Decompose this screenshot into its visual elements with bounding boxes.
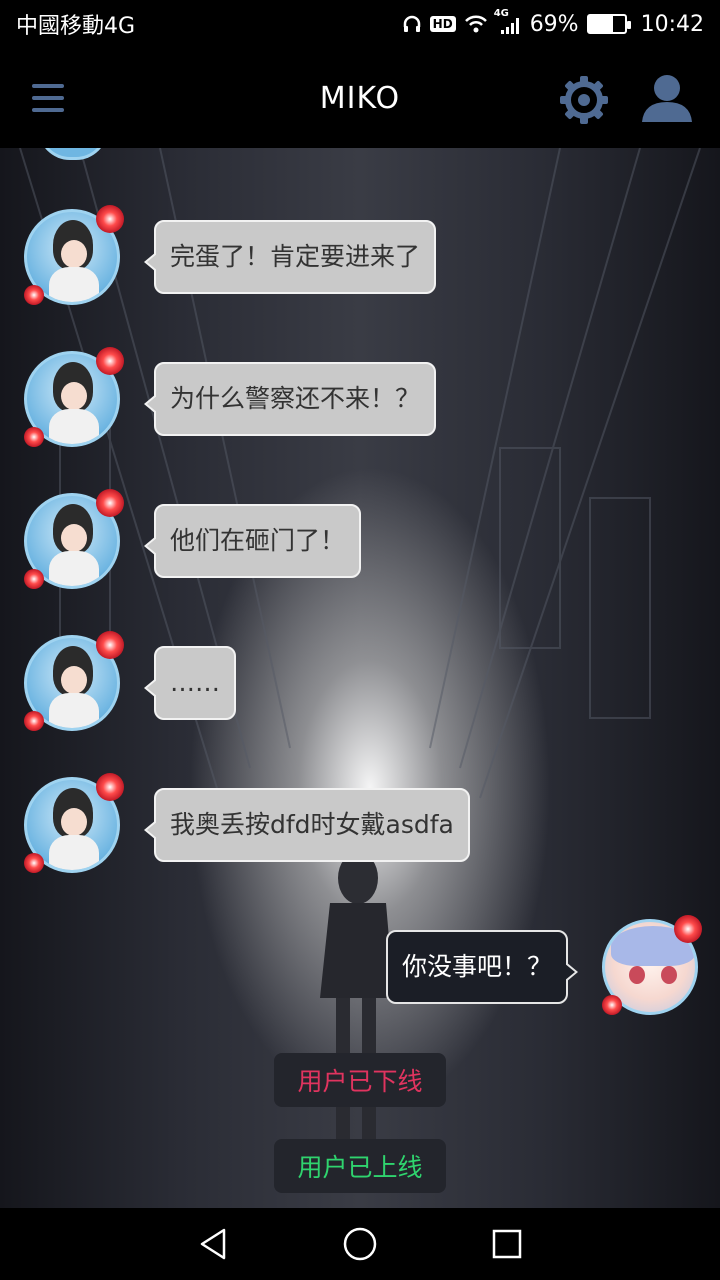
recent-apps-icon[interactable] [487,1224,527,1264]
network-type-label: 4G [493,8,509,19]
message-row: 我奥丢按dfd时女戴asdfa [20,773,470,877]
battery-percent: 69% [529,11,579,37]
headphones-icon [402,14,422,34]
message-row: 他们在砸门了！ [20,489,362,593]
menu-icon[interactable] [32,84,64,112]
clock: 10:42 [640,11,704,37]
user-avatar[interactable] [598,915,702,1019]
contact-avatar[interactable] [20,205,124,309]
message-row: 你没事吧！？ [385,915,702,1019]
incoming-message-bubble[interactable]: 为什么警察还不来！？ [143,362,437,436]
incoming-message-bubble[interactable]: 完蛋了！肯定要进来了 [143,220,437,294]
contact-avatar[interactable] [20,631,124,735]
system-status-message: 用户已下线 [274,1053,446,1107]
status-icons: HD 4G 69% 10:42 [402,8,704,37]
contact-avatar[interactable] [20,773,124,877]
incoming-message-bubble[interactable]: 他们在砸门了！ [143,504,362,578]
message-row: 为什么警察还不来！？ [20,347,437,451]
gear-icon[interactable] [558,74,610,126]
battery-icon [586,14,631,34]
message-row: 完蛋了！肯定要进来了 [20,205,437,309]
navigation-bar [0,1208,720,1280]
signal-icon: 4G [494,8,522,34]
contact-avatar[interactable] [20,347,124,451]
incoming-message-bubble[interactable]: 我奥丢按dfd时女戴asdfa [144,788,470,862]
hd-voice-icon: HD [429,16,456,32]
back-icon[interactable] [193,1224,233,1264]
user-profile-icon[interactable] [640,74,694,124]
home-icon[interactable] [340,1224,380,1264]
carrier-label: 中國移動4G [16,14,136,39]
message-row: …… [20,631,236,735]
incoming-message-bubble[interactable]: …… [144,646,236,720]
outgoing-message-bubble[interactable]: 你没事吧！？ [385,930,579,1004]
contact-avatar[interactable] [20,489,124,593]
system-status-message: 用户已上线 [274,1139,446,1193]
page-title: MIKO [319,80,401,116]
wifi-icon [464,14,488,34]
app-bar: MIKO [0,48,720,148]
status-bar: 中國移動4G HD 4G 69% 10:42 [0,0,720,48]
